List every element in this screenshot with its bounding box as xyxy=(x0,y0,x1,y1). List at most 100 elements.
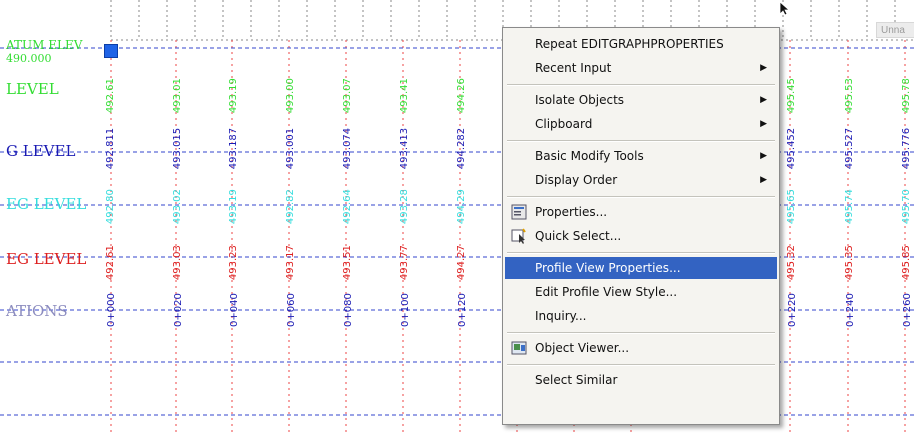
cell-value: 495.452 xyxy=(786,127,798,170)
cell-value: 495.527 xyxy=(844,127,856,170)
cell-value: 0+060 xyxy=(285,293,297,327)
menu-item-label: Properties... xyxy=(535,205,608,219)
cell-value: 0+020 xyxy=(172,293,184,327)
cell-value: 495.85 xyxy=(901,245,913,281)
cell-value: 493.413 xyxy=(399,127,411,170)
menu-item-label: Display Order xyxy=(535,173,618,187)
cell-value: 493.17 xyxy=(285,245,297,281)
grip-handle[interactable] xyxy=(104,44,118,58)
row-label: LEVEL xyxy=(6,80,59,98)
cell-value: 494.282 xyxy=(456,127,468,170)
cell-value: 493.00 xyxy=(285,78,297,114)
menu-item-recent-input[interactable]: Recent Input ▶ xyxy=(505,57,777,79)
submenu-arrow-icon: ▶ xyxy=(760,63,767,73)
menu-separator xyxy=(507,332,775,334)
cell-value: 494.27 xyxy=(456,245,468,281)
menu-item-properties[interactable]: Properties... xyxy=(505,201,777,223)
cell-value: 492.811 xyxy=(105,127,117,170)
cell-value: 493.015 xyxy=(172,127,184,170)
cell-value: 493.074 xyxy=(342,127,354,170)
cell-value: 0+220 xyxy=(786,293,798,327)
layout-tab-label: Unna xyxy=(881,25,905,36)
row-label: G LEVEL xyxy=(6,142,76,160)
object-viewer-icon xyxy=(511,341,527,355)
menu-item-label: Edit Profile View Style... xyxy=(535,285,678,299)
cell-value: 0+260 xyxy=(901,293,913,327)
cell-value: 493.19 xyxy=(228,189,240,225)
menu-item-label: Profile View Properties... xyxy=(535,261,681,275)
menu-item-edit-profile-view-style[interactable]: Edit Profile View Style... xyxy=(505,281,777,303)
cell-value: 492.82 xyxy=(285,189,297,225)
menu-separator xyxy=(507,364,775,366)
cell-value: 493.77 xyxy=(399,245,411,281)
cell-value: 0+100 xyxy=(399,293,411,327)
quick-select-icon xyxy=(511,228,526,244)
menu-item-display-order[interactable]: Display Order ▶ xyxy=(505,169,777,191)
menu-item-label: Select Similar xyxy=(535,373,618,387)
menu-item-label: Basic Modify Tools xyxy=(535,149,644,163)
cell-value: 493.001 xyxy=(285,127,297,170)
menu-item-label: Inquiry... xyxy=(535,309,587,323)
context-menu: Repeat EDITGRAPHPROPERTIES Recent Input ▶ I… xyxy=(502,27,780,425)
cell-value: 492.61 xyxy=(105,245,117,281)
menu-item-isolate-objects[interactable]: Isolate Objects ▶ xyxy=(505,89,777,111)
menu-separator xyxy=(507,84,775,86)
cell-value: 495.70 xyxy=(901,189,913,225)
cell-value: 493.07 xyxy=(342,78,354,114)
menu-item-label: Repeat EDITGRAPHPROPERTIES xyxy=(535,37,724,51)
cell-value: 495.32 xyxy=(786,245,798,281)
cell-value: 0+240 xyxy=(844,293,856,327)
cell-value: 493.01 xyxy=(172,78,184,114)
cell-value: 0+000 xyxy=(105,293,117,327)
cell-value: 495.65 xyxy=(786,189,798,225)
submenu-arrow-icon: ▶ xyxy=(760,175,767,185)
menu-item-quick-select[interactable]: Quick Select... xyxy=(505,225,777,247)
menu-item-clipboard[interactable]: Clipboard ▶ xyxy=(505,113,777,135)
mouse-cursor-icon xyxy=(779,1,791,16)
menu-separator xyxy=(507,252,775,254)
cell-value: 495.74 xyxy=(844,189,856,225)
cell-value: 494.29 xyxy=(456,189,468,225)
cell-value: 493.03 xyxy=(172,245,184,281)
menu-item-label: Quick Select... xyxy=(535,229,622,243)
submenu-arrow-icon: ▶ xyxy=(760,95,767,105)
cell-value: 493.19 xyxy=(228,78,240,114)
submenu-arrow-icon: ▶ xyxy=(760,151,767,161)
row-label: EG LEVEL xyxy=(6,250,87,268)
row-label-top: ATUM ELEV xyxy=(6,38,83,52)
menu-item-label: Clipboard xyxy=(535,117,593,131)
menu-item-select-similar[interactable]: Select Similar xyxy=(505,369,777,391)
menu-separator xyxy=(507,196,775,198)
cell-value: 493.28 xyxy=(399,189,411,225)
cell-value: 493.51 xyxy=(342,245,354,281)
menu-item-object-viewer[interactable]: Object Viewer... xyxy=(505,337,777,359)
menu-item-label: Recent Input xyxy=(535,61,612,75)
cell-value: 495.776 xyxy=(901,127,913,170)
cell-value: 494.26 xyxy=(456,78,468,114)
menu-item-inquiry[interactable]: Inquiry... xyxy=(505,305,777,327)
cell-value: 495.35 xyxy=(844,245,856,281)
row-label: EG LEVEL xyxy=(6,195,87,213)
menu-item-repeat-editgraphproperties[interactable]: Repeat EDITGRAPHPROPERTIES xyxy=(505,33,777,55)
cell-value: 492.61 xyxy=(105,78,117,114)
menu-item-label: Object Viewer... xyxy=(535,341,630,355)
cell-value: 0+080 xyxy=(342,293,354,327)
layout-tab[interactable]: Unna xyxy=(876,22,914,38)
cell-value: 493.02 xyxy=(172,189,184,225)
cell-value: 495.53 xyxy=(844,78,856,114)
cell-value: 0+040 xyxy=(228,293,240,327)
submenu-arrow-icon: ▶ xyxy=(760,119,767,129)
menu-item-label: Isolate Objects xyxy=(535,93,625,107)
cell-value: 492.80 xyxy=(105,189,117,225)
menu-item-profile-view-properties[interactable]: Profile View Properties... xyxy=(505,257,777,279)
row-label-sub: 490.000 xyxy=(6,52,52,65)
cell-value: 495.78 xyxy=(901,78,913,114)
properties-icon xyxy=(511,204,527,220)
cell-value: 493.41 xyxy=(399,78,411,114)
cell-value: 493.23 xyxy=(228,245,240,281)
cell-value: 493.187 xyxy=(228,127,240,170)
menu-separator xyxy=(507,140,775,142)
menu-item-basic-modify-tools[interactable]: Basic Modify Tools ▶ xyxy=(505,145,777,167)
row-label: ATIONS xyxy=(6,302,68,320)
cell-value: 495.45 xyxy=(786,78,798,114)
